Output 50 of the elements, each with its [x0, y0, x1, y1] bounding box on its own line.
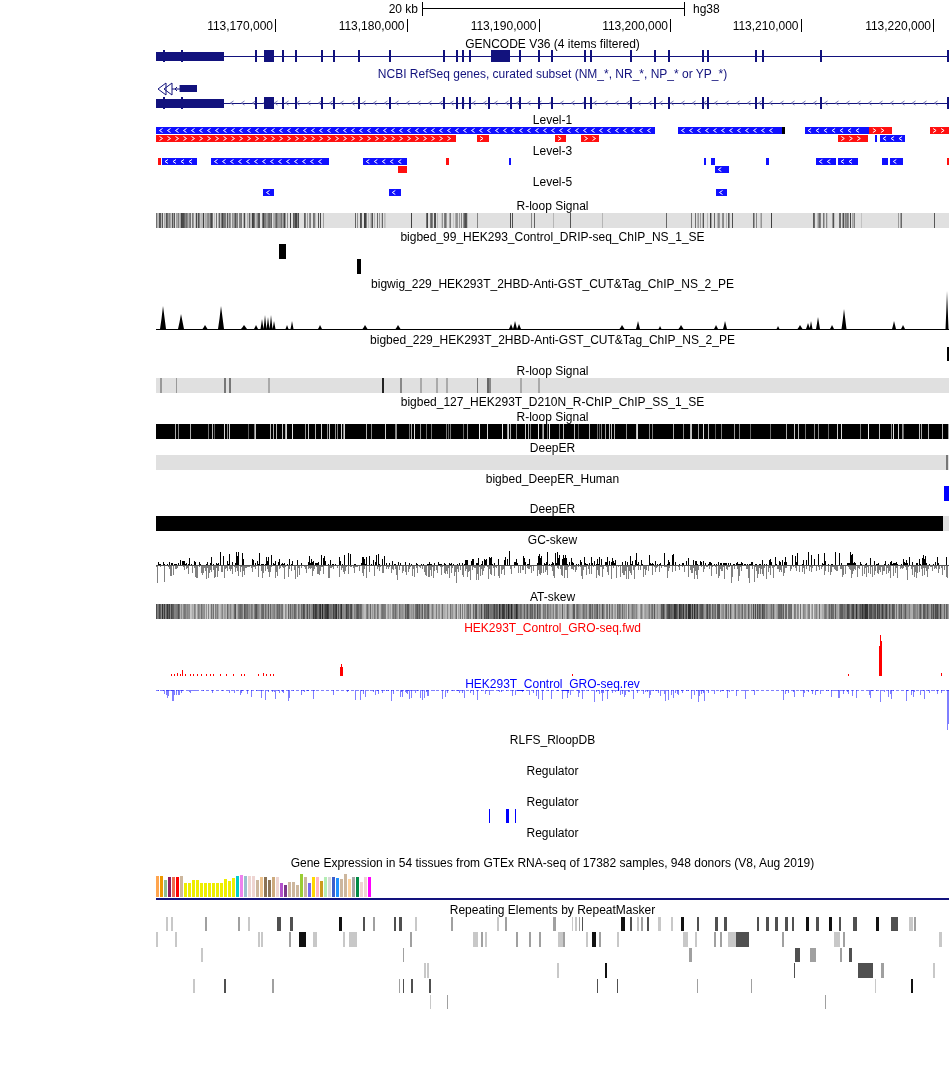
- track-title: Regulator: [526, 765, 579, 777]
- track-title: bigbed_229_HEK293T_2HBD-Anti-GST_CUT&Tag_ChIP_NS_2_PE: [370, 334, 735, 346]
- feature-bar: [716, 189, 727, 196]
- position-label: 113,180,000: [338, 18, 405, 33]
- ruler-tick: [406, 18, 408, 33]
- assembly-label: hg38: [693, 2, 720, 16]
- position-label: 113,210,000: [732, 18, 799, 33]
- track-title: bigbed_127_HEK293T_D210N_R-ChIP_ChIP_SS_1_SE: [400, 396, 705, 408]
- feature-bar: [944, 486, 949, 501]
- track-title: R-loop Signal: [516, 411, 589, 423]
- feature-bar: [765, 158, 769, 165]
- track-title: bigwig_229_HEK293T_2HBD-Anti-GST_CUT&Tag_ChIP_NS_2_PE: [371, 278, 734, 290]
- track-title: GC-skew: [527, 534, 578, 546]
- track-title: DeepER: [529, 503, 576, 515]
- track-title: HEK293T_Control_GRO-seq.rev: [465, 678, 640, 690]
- feature-bar: [388, 189, 401, 196]
- feature-bar: [703, 158, 706, 165]
- track-title: bigbed_99_HEK293_Control_DRIP-seq_ChIP_NS_1_SE: [400, 231, 705, 243]
- feature-bar: [357, 259, 361, 274]
- position-label: 113,170,000: [207, 18, 273, 33]
- track-title: RLFS_RloopDB: [509, 734, 596, 746]
- track-title: DeepER: [529, 442, 576, 454]
- ruler-tick: [670, 18, 671, 33]
- ruler-tick: [538, 18, 540, 33]
- position-label: 113,200,000: [602, 18, 668, 33]
- feature-bar: [508, 158, 511, 165]
- track-title: Gene Expression in 54 tissues from GTEx RNA-seq of 17382 samples, 948 donors (V8, Aug 2019): [290, 857, 815, 869]
- track-title: R-loop Signal: [516, 200, 589, 212]
- feature-bar: [506, 809, 509, 823]
- ruler-tick: [275, 18, 276, 33]
- track-title: Level-5: [532, 176, 573, 188]
- position-label: 113,190,000: [470, 18, 537, 33]
- track-title: Repeating Elements by RepeatMasker: [449, 904, 656, 916]
- ruler-tick: [800, 18, 802, 33]
- track-title: GENCODE V36 (4 items filtered): [465, 38, 640, 50]
- track-title: HEK293T_Control_GRO-seq.fwd: [464, 622, 641, 634]
- track-title: bigbed_DeepER_Human: [485, 473, 620, 485]
- track-title: NCBI RefSeq genes, curated subset (NM_*, NR_*, NP_* or YP_*): [377, 68, 728, 80]
- scale-label: 20 kb: [388, 2, 418, 16]
- feature-bar: [446, 158, 449, 165]
- track-title: Level-3: [532, 145, 573, 157]
- track-title: Regulator: [526, 827, 579, 839]
- ruler-tick: [933, 18, 934, 33]
- feature-bar: [279, 244, 286, 259]
- track-title: Regulator: [526, 796, 579, 808]
- track-title: R-loop Signal: [516, 365, 589, 377]
- track-title: Level-1: [532, 114, 573, 126]
- position-label: 113,220,000: [865, 18, 931, 33]
- track-title: AT-skew: [529, 591, 576, 603]
- feature-bar: [263, 189, 274, 196]
